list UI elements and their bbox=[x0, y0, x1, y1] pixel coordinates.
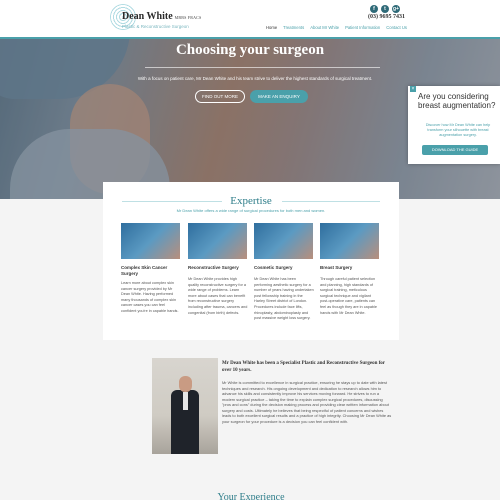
nav-contact[interactable]: Contact Us bbox=[386, 25, 407, 30]
reconstructive-image[interactable] bbox=[188, 223, 247, 259]
surgeon-photo bbox=[152, 358, 218, 454]
hero-divider bbox=[145, 67, 380, 68]
google-plus-icon[interactable]: g+ bbox=[392, 5, 400, 13]
reconstructive-title[interactable]: Reconstructive Surgery bbox=[188, 265, 248, 271]
nav-patient-information[interactable]: Patient Information bbox=[345, 25, 380, 30]
hero-subtitle: With a focus on patient care, Mr Dean Wh… bbox=[137, 76, 373, 81]
expertise-subtitle: Mr Dean White offers a wide range of sur… bbox=[176, 208, 326, 213]
download-guide-button[interactable]: DOWNLOAD THE GUIDE bbox=[422, 145, 488, 155]
nav-treatments[interactable]: Treatments bbox=[283, 25, 304, 30]
nav-about[interactable]: About Mr White bbox=[310, 25, 339, 30]
find-out-more-button[interactable]: FIND OUT MORE bbox=[195, 90, 245, 103]
make-enquiry-button[interactable]: MAKE AN ENQUIRY bbox=[250, 90, 308, 103]
breast-surgery-text: Through careful patient selection and pl… bbox=[320, 277, 377, 315]
popup-title: Are you considering breast augmentation? bbox=[418, 92, 496, 110]
skin-cancer-image[interactable] bbox=[121, 223, 180, 259]
main-nav: Home Treatments About Mr White Patient I… bbox=[266, 25, 407, 30]
nav-home[interactable]: Home bbox=[266, 25, 277, 30]
hero-title: Choosing your surgeon bbox=[175, 42, 325, 58]
logo-name[interactable]: Dean White MBBS FRACS bbox=[122, 11, 201, 22]
breast-surgery-image[interactable] bbox=[320, 223, 379, 259]
logo-qualifications: MBBS FRACS bbox=[174, 15, 202, 20]
bio-text: Mr White is committed to excellence in s… bbox=[222, 380, 392, 424]
reconstructive-text: Mr Dean White provides high quality reco… bbox=[188, 277, 248, 315]
cosmetic-image[interactable] bbox=[254, 223, 313, 259]
popup-text: Discover how Mr Dean White can help tran… bbox=[425, 123, 491, 137]
twitter-icon[interactable]: t bbox=[381, 5, 389, 13]
close-icon[interactable]: × bbox=[410, 86, 416, 92]
cosmetic-text: Mr Dean White has been performing aesthe… bbox=[254, 277, 314, 321]
skin-cancer-title[interactable]: Complex Skin Cancer Surgery bbox=[121, 265, 181, 277]
phone-number[interactable]: (03) 9695 7431 bbox=[368, 14, 405, 20]
social-links: f t g+ bbox=[370, 5, 400, 13]
your-experience-title: Your Experience bbox=[217, 492, 285, 500]
skin-cancer-text: Learn more about complex skin cancer sur… bbox=[121, 281, 179, 313]
facebook-icon[interactable]: f bbox=[370, 5, 378, 13]
logo-tagline: Plastic & Reconstructive Surgeon bbox=[122, 24, 189, 29]
site-header: Dean White MBBS FRACS Plastic & Reconstru… bbox=[0, 0, 500, 38]
bio-title: Mr Dean White has been a Specialist Plas… bbox=[222, 361, 385, 373]
cosmetic-title[interactable]: Cosmetic Surgery bbox=[254, 265, 314, 271]
expertise-title: Expertise bbox=[230, 195, 272, 207]
page: Dean White MBBS FRACS Plastic & Reconstru… bbox=[0, 0, 500, 500]
breast-surgery-title[interactable]: Breast Surgery bbox=[320, 265, 380, 271]
